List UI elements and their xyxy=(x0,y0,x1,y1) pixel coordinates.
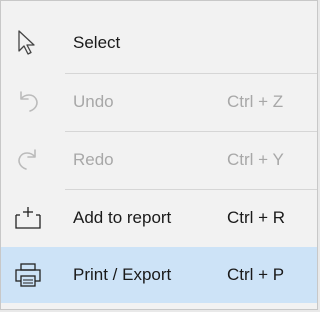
add-to-report-icon xyxy=(13,204,43,232)
menu-item-redo[interactable]: Redo Ctrl + Y xyxy=(1,132,317,188)
menu-item-add-to-report[interactable]: Add to report Ctrl + R xyxy=(1,190,317,246)
menu-item-label: Add to report xyxy=(73,208,172,227)
context-menu: Select Undo Ctrl + Z Redo Ctrl + Y Add t… xyxy=(0,0,318,310)
menu-item-print-export[interactable]: Print / Export Ctrl + P xyxy=(1,247,317,303)
menu-item-label: Redo xyxy=(73,150,114,169)
menu-item-label: Select xyxy=(73,33,121,52)
redo-arrow-icon xyxy=(13,146,43,174)
undo-arrow-icon xyxy=(13,88,43,116)
menu-item-undo[interactable]: Undo Ctrl + Z xyxy=(1,74,317,130)
menu-item-select[interactable]: Select xyxy=(1,15,317,71)
menu-item-shortcut: Ctrl + P xyxy=(227,265,285,284)
menu-item-label: Undo xyxy=(73,92,114,111)
cursor-arrow-icon xyxy=(13,29,43,57)
printer-icon xyxy=(13,261,43,289)
menu-item-shortcut: Ctrl + Y xyxy=(227,150,284,169)
menu-item-label: Print / Export xyxy=(73,265,172,284)
menu-item-shortcut: Ctrl + Z xyxy=(227,92,284,111)
menu-item-shortcut: Ctrl + R xyxy=(227,208,286,227)
